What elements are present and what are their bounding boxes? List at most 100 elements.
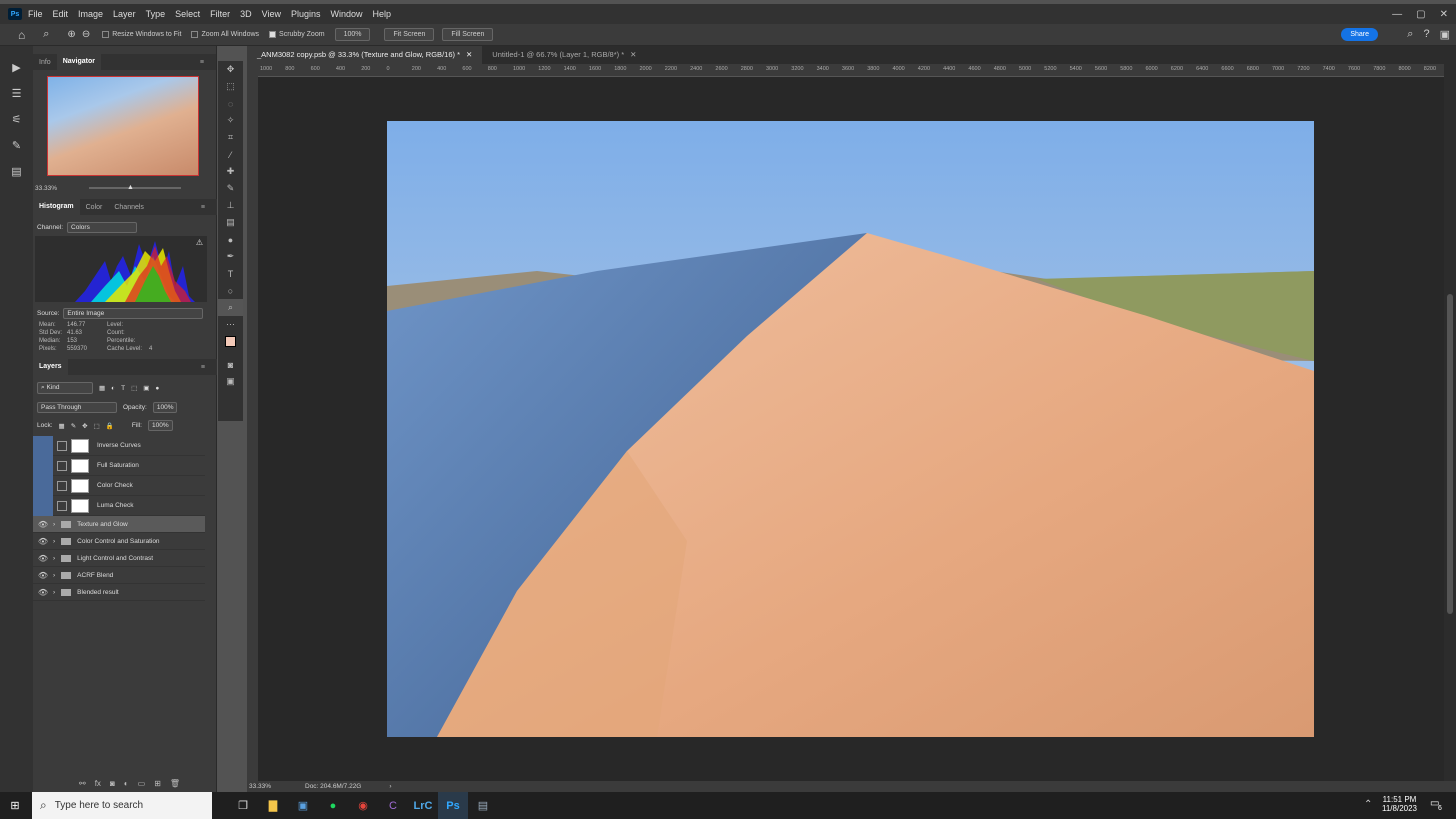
scroll-thumb[interactable] bbox=[1447, 294, 1453, 614]
zoom-tool-icon[interactable]: ⌕ bbox=[218, 299, 243, 316]
new-layer-icon[interactable]: ⊞ bbox=[154, 779, 161, 788]
type-tool-icon[interactable]: T bbox=[218, 265, 243, 282]
fit-screen-button[interactable]: Fit Screen bbox=[384, 28, 435, 41]
lock-move-icon[interactable]: ✥ bbox=[82, 422, 87, 430]
taskbar-search[interactable]: ⌕ Type here to search bbox=[32, 792, 212, 819]
lock-artboard-icon[interactable]: ⬚ bbox=[94, 422, 100, 430]
adjustment-filter-icon[interactable]: ◐ bbox=[111, 385, 115, 392]
adjustments-icon[interactable]: ⚟ bbox=[0, 106, 33, 132]
layer-row[interactable]: Luma Check bbox=[33, 495, 205, 516]
vertical-scrollbar[interactable] bbox=[1444, 64, 1456, 781]
eyedropper-icon[interactable]: ⁄ bbox=[218, 146, 243, 163]
layer-group-row[interactable]: 👁 › Light Control and Contrast bbox=[33, 550, 205, 567]
zoom-value-field[interactable]: 100% bbox=[334, 28, 371, 41]
eye-icon[interactable]: 👁 bbox=[33, 588, 53, 597]
fill-field[interactable]: 100% bbox=[147, 420, 173, 431]
menu-image[interactable]: Image bbox=[78, 9, 103, 19]
dodge-tool-icon[interactable]: ● bbox=[218, 231, 243, 248]
home-icon[interactable]: ⌂ bbox=[18, 28, 25, 42]
panel-menu-icon[interactable]: ≡ bbox=[195, 204, 211, 211]
chevron-right-icon[interactable]: › bbox=[389, 783, 391, 790]
visibility-toggle[interactable] bbox=[33, 455, 53, 476]
crop-tool-icon[interactable]: ⌗ bbox=[218, 129, 243, 146]
menu-file[interactable]: File bbox=[28, 9, 43, 19]
app-window-icon[interactable]: ▤ bbox=[468, 792, 498, 819]
kind-filter-select[interactable]: ⌕ Kind bbox=[37, 382, 93, 394]
pixel-filter-icon[interactable]: ▦ bbox=[99, 384, 105, 392]
slider-thumb-icon[interactable]: ▲ bbox=[127, 184, 134, 191]
menu-edit[interactable]: Edit bbox=[53, 9, 69, 19]
visibility-toggle[interactable] bbox=[33, 435, 53, 456]
chevron-right-icon[interactable]: › bbox=[53, 555, 55, 562]
layer-group-row[interactable]: 👁 › ACRF Blend bbox=[33, 567, 205, 584]
adjustment-layer-icon[interactable]: ◐ bbox=[124, 779, 129, 788]
status-zoom[interactable]: 33.33% bbox=[249, 783, 305, 790]
fill-screen-button[interactable]: Fill Screen bbox=[442, 28, 494, 41]
task-view-icon[interactable]: ❐ bbox=[228, 792, 258, 819]
menu-view[interactable]: View bbox=[262, 9, 281, 19]
layer-row[interactable]: Color Check bbox=[33, 475, 205, 496]
clock[interactable]: 11:51 PM 11/8/2023 bbox=[1382, 795, 1417, 813]
chevron-right-icon[interactable]: › bbox=[53, 572, 55, 579]
brush-settings-icon[interactable]: ✎ bbox=[0, 132, 33, 158]
workspace-icon[interactable]: ▣ bbox=[1440, 28, 1450, 41]
warning-icon[interactable]: ⚠ bbox=[196, 238, 203, 247]
filter-toggle-icon[interactable]: ● bbox=[155, 385, 159, 392]
layer-row[interactable]: Inverse Curves bbox=[33, 435, 205, 456]
libraries-icon[interactable]: ▤ bbox=[0, 158, 33, 184]
shape-filter-icon[interactable]: ⬚ bbox=[131, 384, 137, 392]
navigator-zoom[interactable]: 33.33% bbox=[35, 185, 57, 192]
tab-channels[interactable]: Channels bbox=[108, 204, 150, 211]
fx-icon[interactable]: fx bbox=[95, 779, 101, 788]
menu-plugins[interactable]: Plugins bbox=[291, 9, 321, 19]
scrubby-zoom-checkbox[interactable]: Scrubby Zoom bbox=[269, 31, 325, 38]
eye-icon[interactable]: 👁 bbox=[33, 537, 53, 546]
share-button[interactable]: Share bbox=[1341, 28, 1378, 41]
minimize-icon[interactable]: — bbox=[1392, 9, 1402, 20]
visibility-toggle[interactable] bbox=[33, 495, 53, 516]
zoom-tool-icon[interactable]: ⌕ bbox=[43, 28, 49, 41]
gradient-tool-icon[interactable]: ▤ bbox=[218, 214, 243, 231]
windows-start-icon[interactable]: ⊞ bbox=[0, 792, 30, 819]
more-tools-icon[interactable]: ⋯ bbox=[218, 316, 243, 333]
menu-layer[interactable]: Layer bbox=[113, 9, 136, 19]
eye-icon[interactable]: 👁 bbox=[33, 554, 53, 563]
menu-help[interactable]: Help bbox=[373, 9, 392, 19]
play-action-icon[interactable]: ▶ bbox=[0, 54, 33, 80]
magic-wand-icon[interactable]: ✧ bbox=[218, 112, 243, 129]
navigator-thumbnail[interactable] bbox=[47, 76, 199, 176]
document-tab[interactable]: Untitled-1 @ 66.7% (Layer 1, RGB/8*) * ✕ bbox=[482, 46, 646, 64]
tab-layers[interactable]: Layers bbox=[33, 359, 68, 375]
menu-filter[interactable]: Filter bbox=[210, 9, 230, 19]
photoshop-icon[interactable]: Ps bbox=[438, 792, 468, 819]
app-icon[interactable]: ▣ bbox=[288, 792, 318, 819]
app-c-icon[interactable]: C bbox=[378, 792, 408, 819]
eye-icon[interactable]: 👁 bbox=[33, 520, 53, 529]
layer-group-row[interactable]: 👁 › Blended result bbox=[33, 584, 205, 601]
channel-select[interactable]: Colors bbox=[67, 222, 138, 233]
close-tab-icon[interactable]: ✕ bbox=[630, 46, 636, 64]
opacity-field[interactable]: 100% bbox=[152, 402, 178, 413]
document-tab[interactable]: _ANM3082 copy.psb @ 33.3% (Texture and G… bbox=[247, 46, 483, 64]
zoom-all-checkbox[interactable]: Zoom All Windows bbox=[191, 31, 259, 38]
close-tab-icon[interactable]: ✕ bbox=[466, 46, 472, 64]
tray-expand-icon[interactable]: ⌃ bbox=[1364, 799, 1372, 810]
lasso-tool-icon[interactable]: ◌ bbox=[218, 95, 243, 112]
chevron-right-icon[interactable]: › bbox=[53, 538, 55, 545]
tab-color[interactable]: Color bbox=[80, 204, 109, 211]
resize-windows-checkbox[interactable]: Resize Windows to Fit bbox=[102, 31, 181, 38]
link-icon[interactable]: ⚯ bbox=[79, 779, 86, 788]
menu-3d[interactable]: 3D bbox=[240, 9, 252, 19]
chevron-right-icon[interactable]: › bbox=[53, 589, 55, 596]
chevron-right-icon[interactable]: › bbox=[53, 521, 55, 528]
source-select[interactable]: Entire Image bbox=[63, 308, 204, 319]
navigator-zoom-slider[interactable] bbox=[89, 187, 181, 189]
tab-info[interactable]: Info bbox=[33, 59, 57, 66]
lightroom-classic-icon[interactable]: LrC bbox=[408, 792, 438, 819]
layer-row[interactable]: Full Saturation bbox=[33, 455, 205, 476]
search-icon[interactable]: ⌕ bbox=[1407, 28, 1413, 41]
menu-select[interactable]: Select bbox=[175, 9, 200, 19]
quick-mask-icon[interactable]: ◙ bbox=[218, 356, 243, 373]
zoom-out-icon[interactable]: ⊖ bbox=[82, 29, 90, 40]
lock-pixels-icon[interactable]: ▦ bbox=[59, 422, 65, 430]
